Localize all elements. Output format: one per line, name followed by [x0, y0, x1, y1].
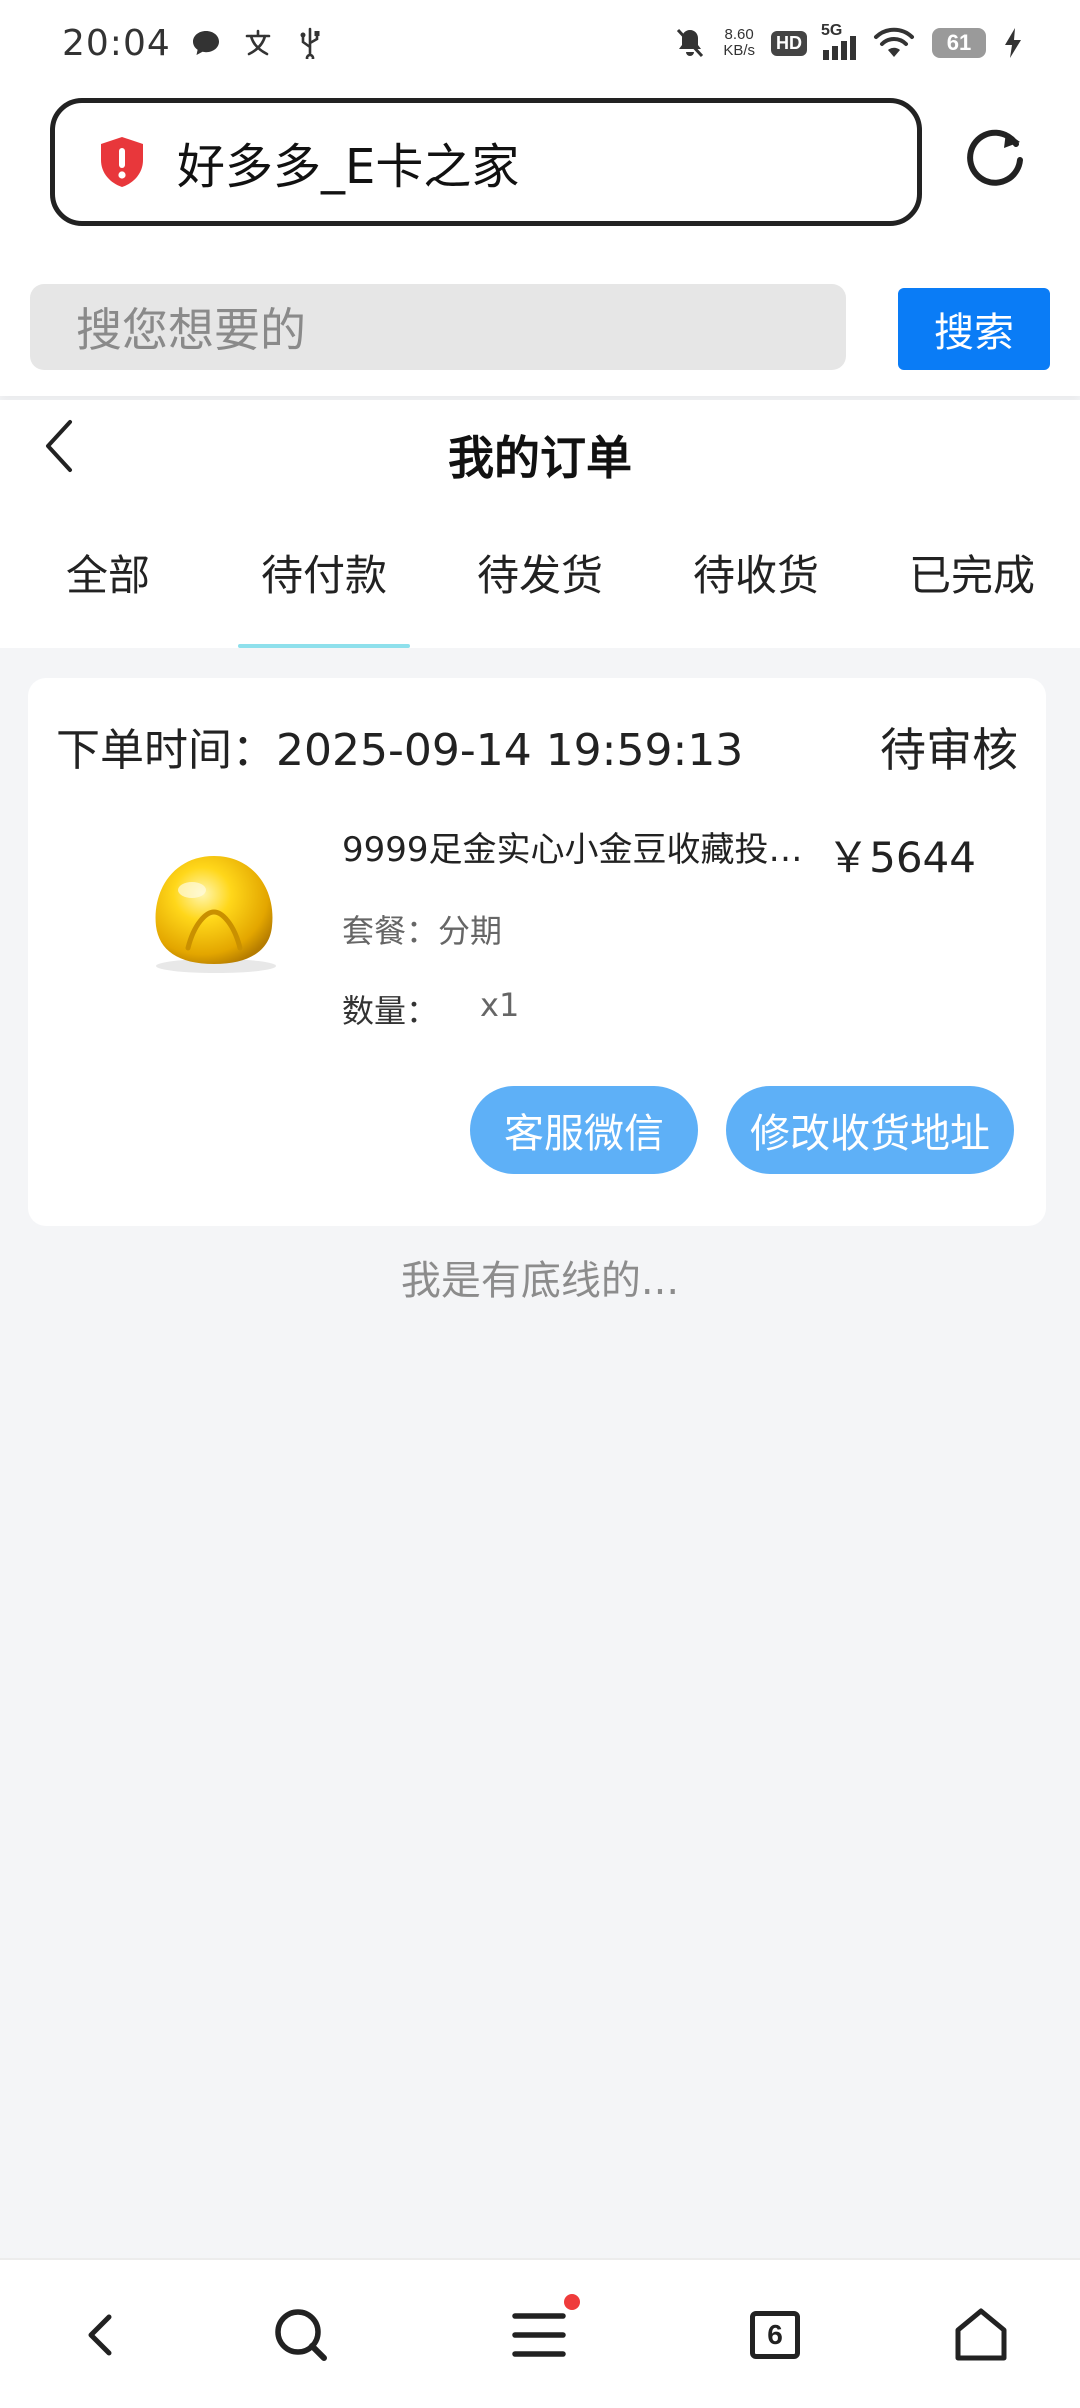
product-package: 套餐：分期: [342, 912, 503, 950]
order-card[interactable]: 下单时间：2025-09-14 19:59:13 待审核 9999足金实心小金豆…: [28, 678, 1046, 1226]
tab-all[interactable]: 全部: [0, 510, 216, 648]
product-price: ￥5644: [827, 833, 976, 882]
nav-back-button[interactable]: [66, 2300, 136, 2370]
product-name[interactable]: 9999足金实心小金豆收藏投资…: [342, 822, 822, 871]
tabs-count-icon: 6: [750, 2311, 800, 2359]
message-icon: [189, 26, 223, 60]
network-type: 5G: [821, 22, 843, 39]
page-title: 我的订单: [448, 431, 632, 485]
usb-icon: [293, 26, 327, 60]
net-speed: 8.60 KB/s: [723, 27, 755, 59]
battery-indicator: 61: [932, 28, 986, 58]
wifi-icon: [872, 26, 916, 60]
charging-icon: [1002, 26, 1024, 60]
site-title: 好多多_E卡之家: [177, 139, 520, 195]
mute-bell-icon: [673, 26, 707, 60]
order-time: 下单时间：2025-09-14 19:59:13: [56, 725, 744, 776]
tab-pending-payment[interactable]: 待付款: [216, 510, 432, 648]
browser-bottom-nav: 6: [0, 2258, 1080, 2408]
nav-search-button[interactable]: [266, 2300, 336, 2370]
net-speed-unit: KB/s: [723, 42, 755, 59]
status-time: 20:04: [62, 22, 171, 64]
notification-dot: [564, 2294, 580, 2310]
customer-service-wechat-button[interactable]: 客服微信: [470, 1086, 698, 1174]
signal-icon: 5G: [821, 22, 856, 60]
alipay-icon: [241, 26, 275, 60]
security-warning-shield-icon[interactable]: [97, 135, 147, 189]
end-of-list-note: 我是有底线的...: [400, 1258, 680, 1304]
product-image-gold-bean[interactable]: [124, 838, 304, 988]
search-input[interactable]: 搜您想要的: [30, 284, 846, 370]
edit-shipping-address-button[interactable]: 修改收货地址: [726, 1086, 1014, 1174]
order-status: 待审核: [880, 723, 1018, 777]
net-speed-value: 8.60: [724, 26, 754, 43]
order-tabs: 全部 待付款 待发货 待收货 已完成: [0, 510, 1080, 648]
tab-pending-receipt[interactable]: 待收货: [648, 510, 864, 648]
nav-menu-button[interactable]: [504, 2294, 580, 2370]
page-header: 我的订单: [0, 400, 1080, 510]
home-icon: [955, 2308, 1007, 2361]
nav-home-button[interactable]: [946, 2300, 1016, 2370]
tab-completed[interactable]: 已完成: [864, 510, 1080, 648]
nav-tabs-button[interactable]: 6: [740, 2300, 810, 2370]
status-bar: 20:04 8.60 KB/s HD 5G 61: [0, 0, 1080, 86]
quantity-value: x1: [480, 986, 520, 1024]
browser-address-bar: 好多多_E卡之家: [0, 86, 1080, 256]
quantity-label: 数量：: [342, 992, 439, 1030]
back-arrow-icon: [88, 2314, 112, 2356]
tab-pending-shipment[interactable]: 待发货: [432, 510, 648, 648]
address-box[interactable]: 好多多_E卡之家: [50, 98, 922, 226]
reload-icon[interactable]: [962, 124, 1030, 192]
search-icon: [275, 2309, 327, 2361]
search-button[interactable]: 搜索: [898, 288, 1050, 370]
hd-badge: HD: [771, 30, 807, 56]
search-bar: 搜您想要的 搜索: [0, 256, 1080, 396]
menu-icon: [512, 2313, 566, 2357]
